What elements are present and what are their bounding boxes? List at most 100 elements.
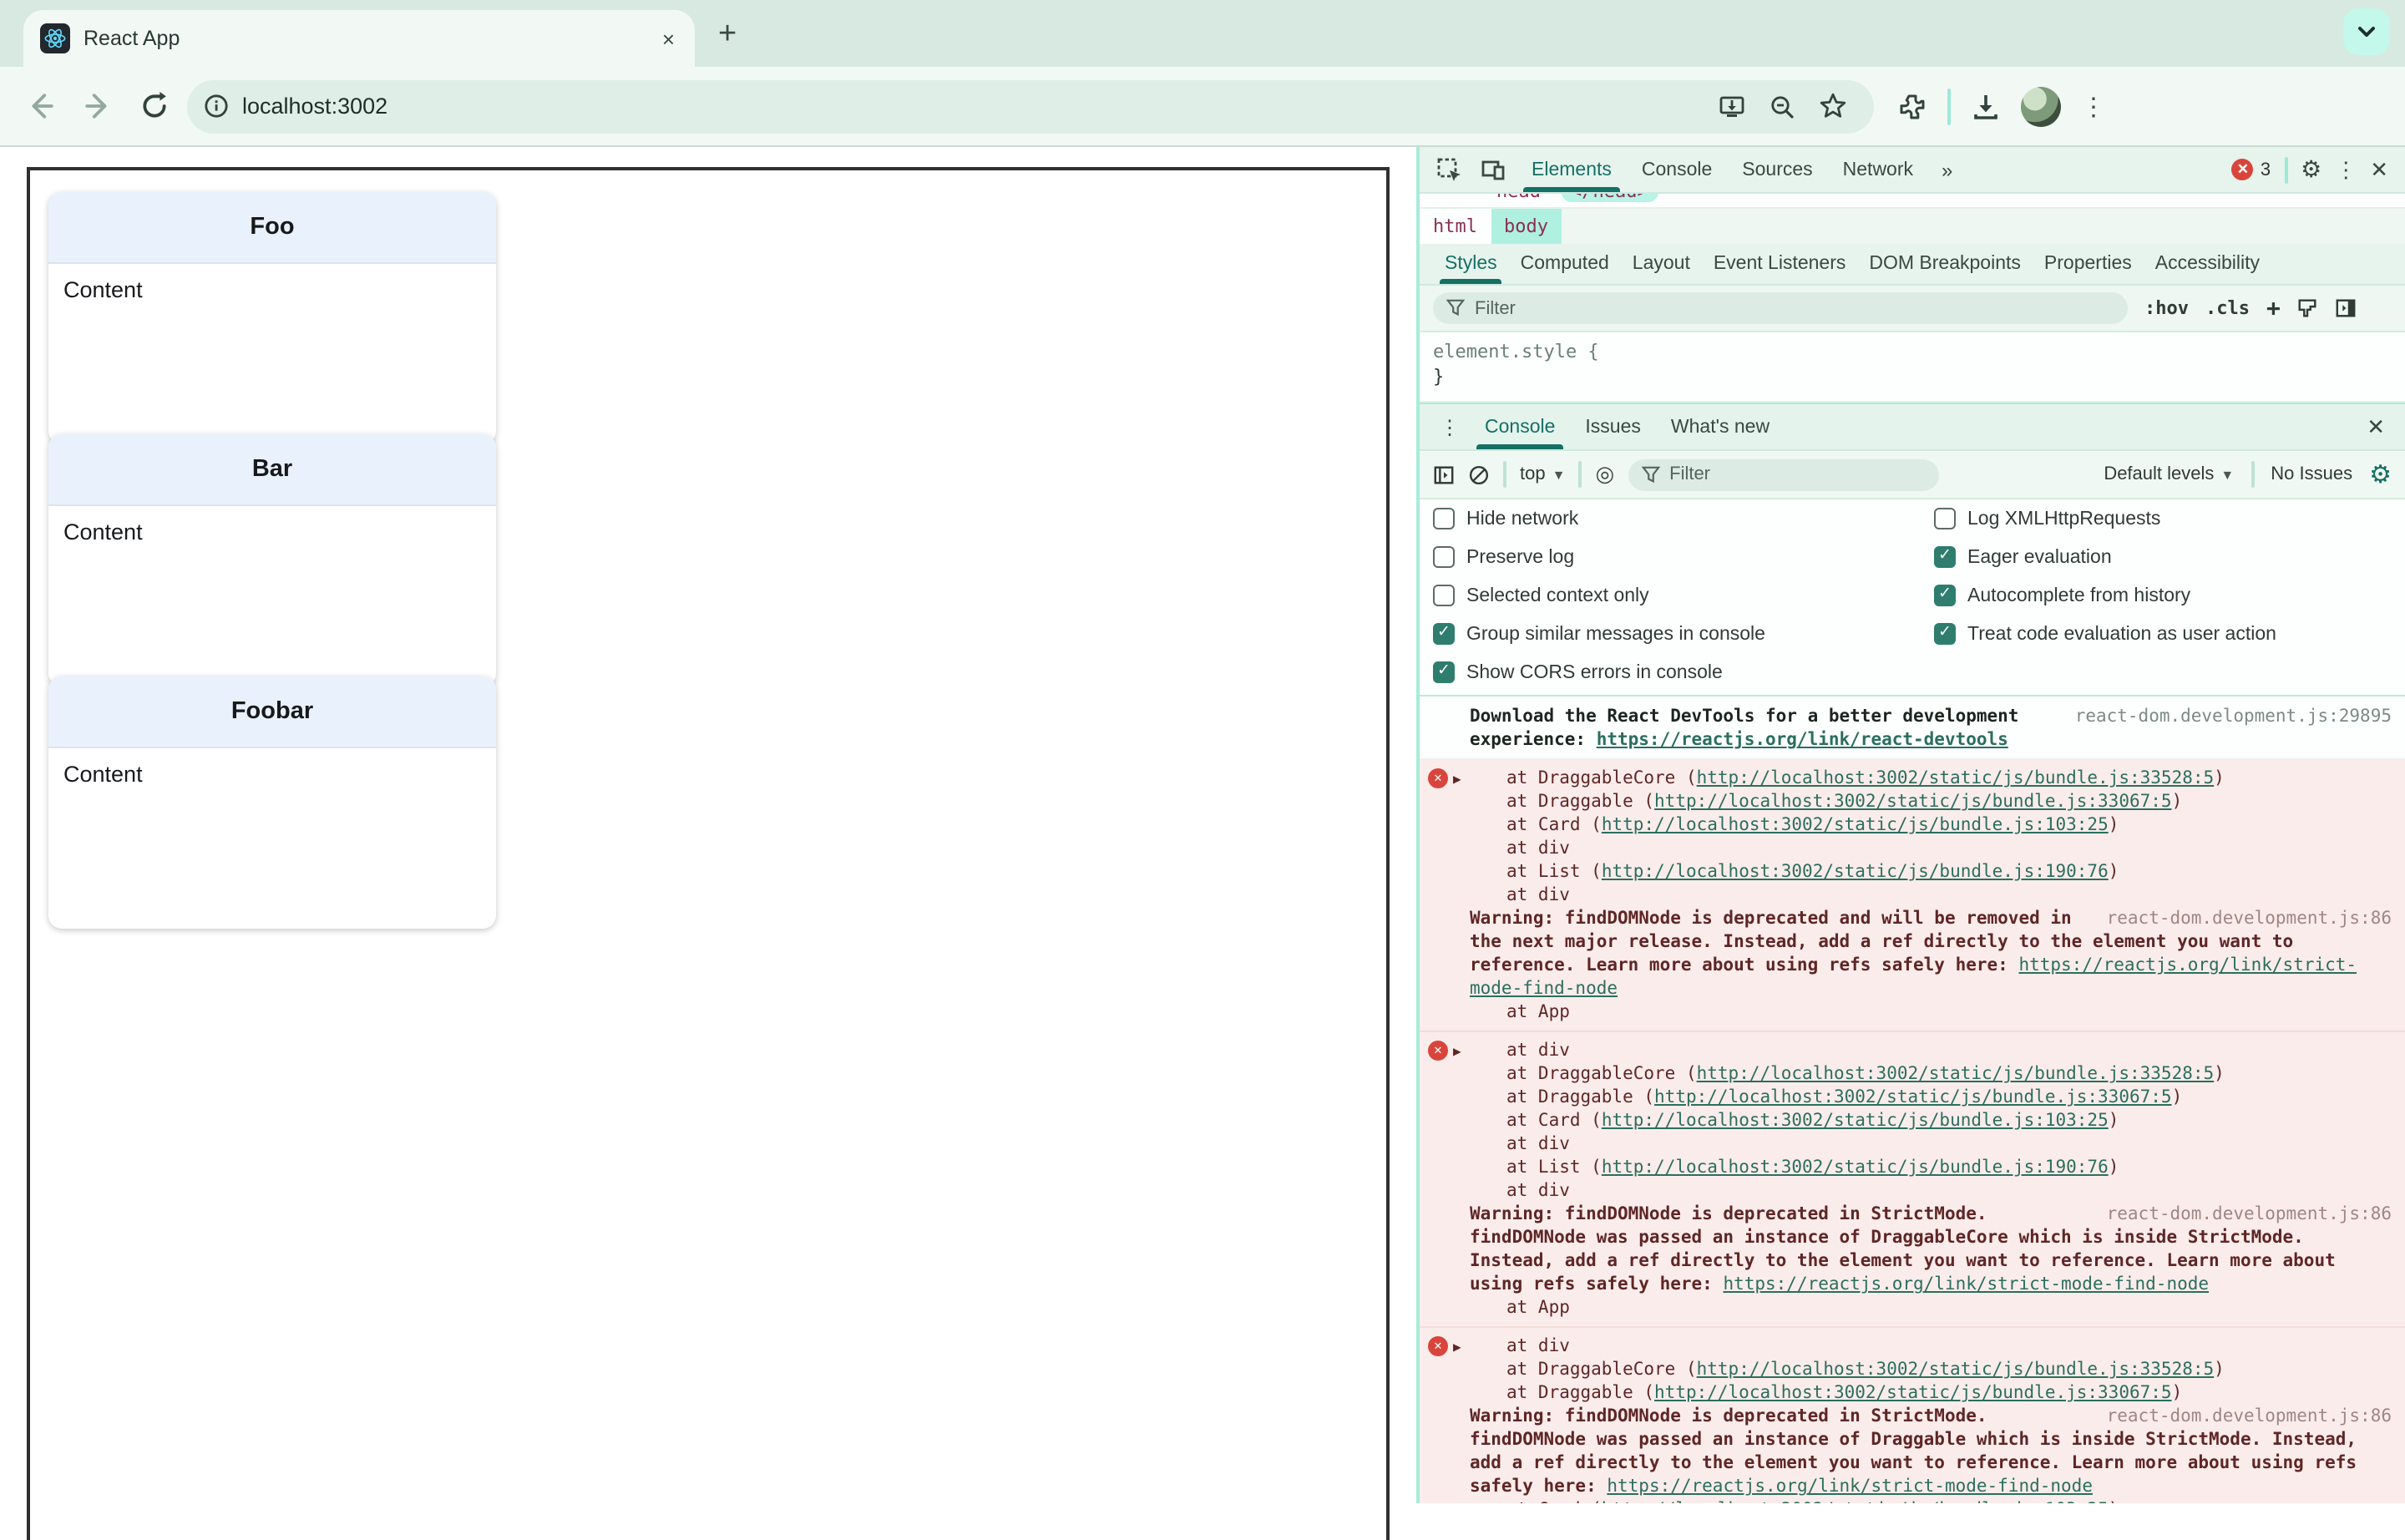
downloads-icon[interactable] [1971, 91, 2001, 121]
checkbox[interactable] [1433, 585, 1455, 606]
install-app-icon[interactable] [1719, 93, 1745, 119]
checkbox-checked[interactable]: ✓ [1433, 661, 1455, 683]
devtools-tab-network[interactable]: Network [1828, 147, 1928, 192]
rendering-emulation-icon[interactable] [2297, 297, 2319, 319]
styles-tab-event-listeners[interactable]: Event Listeners [1702, 244, 1858, 284]
element-style-rule[interactable]: element.style { } [1420, 332, 2405, 403]
stack-function: at App [1506, 1298, 1570, 1318]
styles-tab-layout[interactable]: Layout [1621, 244, 1702, 284]
window-chevron-button[interactable] [2343, 8, 2390, 55]
stack-source-link[interactable]: http://localhost:3002/static/js/bundle.j… [1602, 815, 2109, 835]
site-info-icon[interactable] [204, 94, 229, 119]
console-filter-input[interactable]: Filter [1628, 458, 1939, 490]
devtools-tab-console[interactable]: Console [1627, 147, 1727, 192]
forward-button[interactable] [73, 83, 120, 129]
styles-filter-input[interactable]: Filter [1433, 292, 2128, 324]
browser-tab[interactable]: React App × [23, 10, 695, 67]
styles-tab-accessibility[interactable]: Accessibility [2144, 244, 2271, 284]
checkbox-checked[interactable]: ✓ [1934, 623, 1956, 645]
checkbox-checked[interactable]: ✓ [1934, 546, 1956, 568]
source-link[interactable]: react-dom.development.js:86 [2107, 1405, 2392, 1428]
expand-icon[interactable]: ▶ [1453, 1041, 1461, 1064]
devtools-close-icon[interactable]: ✕ [2370, 156, 2388, 183]
source-link[interactable]: react-dom.development.js:29895 [2075, 705, 2392, 728]
checkbox[interactable] [1934, 508, 1956, 529]
card-foo[interactable]: Foo Content [48, 192, 496, 444]
drawer-menu-icon[interactable]: ⋮ [1430, 415, 1470, 438]
inspect-element-icon[interactable] [1430, 151, 1470, 188]
devtools-separator [2284, 156, 2288, 183]
breadcrumb-html[interactable]: html [1420, 209, 1491, 244]
checkbox[interactable] [1433, 508, 1455, 529]
devtools-tab-sources[interactable]: Sources [1727, 147, 1827, 192]
bookmark-star-icon[interactable] [1819, 92, 1847, 120]
zoom-out-icon[interactable] [1769, 93, 1795, 119]
styles-tab-properties[interactable]: Properties [2033, 244, 2144, 284]
drawer-close-icon[interactable]: ✕ [2367, 413, 2395, 440]
checkbox-checked[interactable]: ✓ [1433, 623, 1455, 645]
drawer-tab-issues[interactable]: Issues [1570, 404, 1656, 449]
message-link[interactable]: https://reactjs.org/link/strict-mode-fin… [1723, 1274, 2209, 1294]
devtools-settings-icon[interactable]: ⚙ [2301, 155, 2321, 184]
issues-counter[interactable]: No Issues [2271, 464, 2352, 484]
stack-frame: at DraggableCore (http://localhost:3002/… [1506, 1360, 2225, 1380]
message-body: react-dom.development.js:29895 Download t… [1470, 705, 2392, 752]
clear-console-icon[interactable] [1468, 464, 1490, 485]
card-foobar[interactable]: Foobar Content [48, 676, 496, 929]
dom-tree-partial[interactable]: head </head> [1420, 194, 2405, 209]
tab-close-icon[interactable]: × [659, 26, 678, 51]
new-tab-button[interactable]: + [718, 17, 737, 53]
checkbox[interactable] [1433, 546, 1455, 568]
card-header[interactable]: Foobar [48, 676, 496, 748]
devtools-tab-elements[interactable]: Elements [1516, 147, 1627, 192]
console-sidebar-icon[interactable] [1433, 464, 1455, 485]
stack-source-link[interactable]: http://localhost:3002/static/js/bundle.j… [1697, 768, 2215, 788]
console-settings-icon[interactable]: ⚙ [2369, 459, 2392, 489]
card-header[interactable]: Bar [48, 434, 496, 506]
device-toolbar-icon[interactable] [1473, 151, 1513, 188]
stack-source-link[interactable]: http://localhost:3002/static/js/bundle.j… [1654, 1383, 2172, 1403]
styles-tab-computed[interactable]: Computed [1509, 244, 1621, 284]
extensions-puzzle-icon[interactable] [1897, 91, 1927, 121]
back-button[interactable] [17, 83, 63, 129]
styles-tab-dom-breakpoints[interactable]: DOM Breakpoints [1857, 244, 2033, 284]
stack-source-link[interactable]: http://localhost:3002/static/js/bundle.j… [1654, 792, 2172, 812]
new-style-rule-button[interactable]: + [2266, 295, 2281, 322]
stack-frame: at Draggable (http://localhost:3002/stat… [1506, 792, 2183, 812]
toggle-hover-state-button[interactable]: :hov [2144, 297, 2189, 319]
toggle-sidebar-icon[interactable] [2336, 297, 2357, 319]
stack-source-link[interactable]: http://localhost:3002/static/js/bundle.j… [1602, 1158, 2109, 1178]
live-expression-icon[interactable]: ◎ [1595, 461, 1614, 488]
log-levels-selector[interactable]: Default levels ▼ [2104, 464, 2234, 484]
devtools-menu-icon[interactable]: ⋮ [2335, 156, 2357, 183]
drawer-tab-what-s-new[interactable]: What's new [1656, 404, 1785, 449]
stack-source-link[interactable]: http://localhost:3002/static/js/bundle.j… [1697, 1064, 2215, 1084]
stack-source-link[interactable]: http://localhost:3002/static/js/bundle.j… [1602, 862, 2109, 882]
expand-icon[interactable]: ▶ [1453, 768, 1461, 792]
source-link[interactable]: react-dom.development.js:86 [2107, 907, 2392, 930]
expand-icon[interactable]: ▶ [1453, 1336, 1461, 1360]
url-bar[interactable]: localhost:3002 [187, 79, 1874, 133]
breadcrumb-body[interactable]: body [1491, 209, 1562, 244]
stack-source-link[interactable]: http://localhost:3002/static/js/bundle.j… [1602, 1111, 2109, 1131]
card-bar[interactable]: Bar Content [48, 434, 496, 686]
source-link[interactable]: react-dom.development.js:86 [2107, 1203, 2392, 1226]
drawer-tab-console[interactable]: Console [1470, 404, 1570, 449]
url-text[interactable]: localhost:3002 [242, 94, 1705, 119]
message-link[interactable]: https://reactjs.org/link/strict-mode-fin… [1607, 1477, 2093, 1497]
stack-source-link[interactable]: http://localhost:3002/static/js/bundle.j… [1602, 1500, 2109, 1503]
message-link[interactable]: https://reactjs.org/link/react-devtools [1597, 730, 2008, 750]
more-tabs-icon[interactable]: » [1932, 158, 1962, 181]
checkbox-checked[interactable]: ✓ [1934, 585, 1956, 606]
profile-avatar[interactable] [2021, 86, 2061, 126]
styles-tab-styles[interactable]: Styles [1433, 244, 1509, 284]
browser-menu-icon[interactable]: ⋮ [2081, 91, 2106, 121]
reload-button[interactable] [130, 83, 177, 129]
toggle-classes-button[interactable]: .cls [2205, 297, 2250, 319]
card-header[interactable]: Foo [48, 192, 496, 264]
stack-source-link[interactable]: http://localhost:3002/static/js/bundle.j… [1654, 1087, 2172, 1107]
settings-checkbox-row: ✓ Group similar messages in console [1433, 623, 1934, 645]
stack-source-link[interactable]: http://localhost:3002/static/js/bundle.j… [1697, 1360, 2215, 1380]
context-selector[interactable]: top ▼ [1520, 464, 1565, 484]
error-count-badge[interactable]: ✕ 3 [2231, 159, 2271, 180]
